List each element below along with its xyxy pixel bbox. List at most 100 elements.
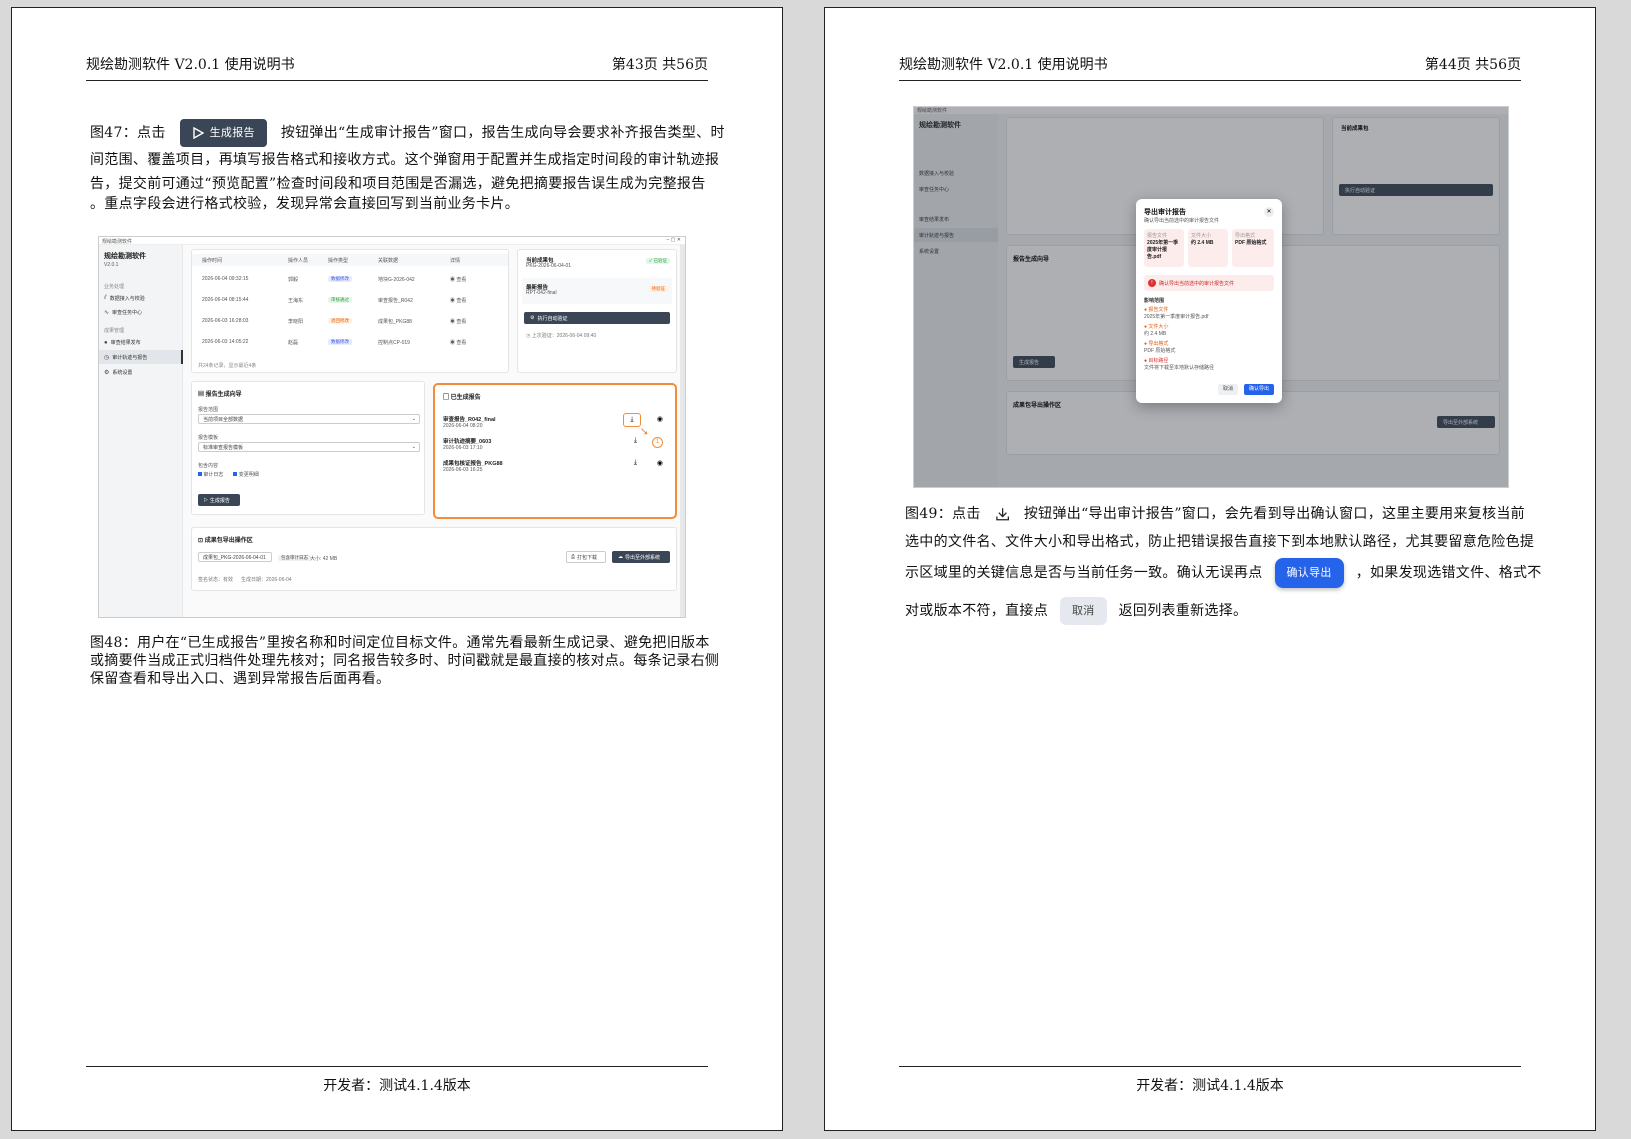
checkbox-audit[interactable]: 审计日志	[198, 471, 223, 478]
file-info-box: 报告文件 2025年第一季度审计报告.pdf	[1144, 229, 1184, 267]
close-icon[interactable]: ✕	[1264, 207, 1274, 217]
sidebar-item-label: 审查结果发布	[110, 340, 141, 346]
sidebar-item-tasks[interactable]: ∿ 审查任务中心	[104, 309, 142, 316]
verify-label: 执行自动验证	[537, 315, 568, 322]
col-header: 详情	[450, 257, 461, 264]
download-icon[interactable]: ⤓	[634, 459, 637, 467]
export-size: 大小: 42 MB	[310, 556, 338, 562]
reports-title: ▢ 已生成报告	[443, 395, 481, 401]
doc-title: 规绘勘测软件 V2.0.1 使用说明书	[899, 57, 1108, 73]
page-footer: 开发者：测试4.1.4版本	[86, 1066, 708, 1095]
template-select[interactable]: 标准审查报告模板 ⌄	[198, 442, 420, 452]
fig48-line1: 图48：用户在“已生成报告”里按名称和时间定位目标文件。通常先看最新生成记录、避…	[90, 635, 710, 651]
impact-item: ● 目标路径 文件将下载至本地默认存储路径	[1144, 358, 1215, 371]
sidebar-item-audit[interactable]: ◷ 审计轨迹与报告	[99, 350, 183, 364]
row-data: 审查报告_R042	[378, 298, 413, 304]
size-value: 约 2.4 MB	[1191, 240, 1214, 246]
play-icon	[192, 127, 204, 139]
danger-warning: ! 确认导出当前选中的审计报告文件	[1144, 275, 1274, 291]
col-header: 操作类型	[328, 257, 349, 264]
generate-report-button[interactable]: ▷ 生成报告	[198, 494, 240, 506]
opt-label: 变更明细	[238, 472, 259, 478]
row-view-label: 查看	[456, 340, 467, 346]
page-43: 规绘勘测软件 V2.0.1 使用说明书 第43页 共56页 图47：点击 生成报…	[11, 7, 783, 1131]
row-view-link[interactable]: ◉ 查看	[450, 297, 466, 304]
row-time: 2026-06-03 14:05:22	[202, 339, 249, 345]
report-time: 2026-06-03 16:25	[443, 467, 483, 473]
fig47-line2: 间范围、覆盖项目，再填写报告格式和接收方式。这个弹窗用于配置并生成指定时间段的审…	[90, 152, 720, 168]
cancel-label: 取消	[1072, 605, 1095, 617]
latest-id: RPT-042-final	[526, 290, 557, 296]
package-status-card: 当前成果包 PKG-2026-06-04-01 ✓ 已验证 最新报告 RPT-0…	[517, 249, 677, 373]
scope-label: 报告范围	[198, 407, 219, 413]
pkg-status-badge: ✓ 已验证	[646, 258, 670, 264]
confirm-label: 确认导出	[1286, 567, 1332, 579]
fmt-label: 导出格式	[1235, 233, 1256, 239]
fig49-line4b: 返回列表重新选择。	[1118, 603, 1248, 619]
download-icon[interactable]: ⤓	[623, 413, 641, 427]
dialog-confirm-button[interactable]: 确认导出	[1243, 384, 1274, 395]
export-dialog: 导出审计报告 确认导出当前选中的审计报告文件 ✕ 报告文件 2025年第一季度审…	[1136, 199, 1282, 403]
row-view-link[interactable]: ◉ 查看	[450, 339, 466, 346]
size-info-box: 文件大小 约 2.4 MB	[1188, 229, 1228, 267]
table-row[interactable]: 2026-06-04 08:15:44 王海东 审核通过 审查报告_R042 ◉…	[192, 297, 508, 313]
row-view-link[interactable]: ◉ 查看	[450, 276, 466, 283]
pkg-status-label: 已验证	[653, 258, 668, 263]
page-footer: 开发者：测试4.1.4版本	[899, 1066, 1521, 1095]
row-view-label: 查看	[456, 298, 467, 304]
file-value: 2025年第一季度审计报告.pdf	[1147, 240, 1179, 260]
row-user: 郭毅	[288, 277, 299, 283]
nav-group-label: 业务处理	[104, 284, 125, 290]
impact-item: ● 报告文件 2025年第一季度审计报告.pdf	[1144, 307, 1209, 320]
fig49-line4a: 对或版本不符，直接点	[905, 603, 1048, 619]
sidebar-item-label: 审查任务中心	[112, 310, 143, 316]
checkbox-diff[interactable]: 变更明细	[233, 471, 259, 478]
report-item[interactable]: 成果包核证报告_PKG88 2026-06-03 16:25 ⤓ ◉	[443, 459, 667, 477]
impact-value: 约 2.4 MB	[1144, 331, 1167, 337]
row-user: 李晓阳	[288, 319, 304, 325]
push-external-button[interactable]: ☁ 导出至外部系统	[612, 551, 670, 563]
fig47-prefix: 图47：点击	[90, 125, 166, 141]
chevron-down-icon: ⌄	[411, 444, 416, 450]
fig49-line1: 按钮弹出“导出审计报告”窗口，会先看到导出确认窗口，这里主要用来复核当前	[1023, 506, 1525, 522]
file-label: 报告文件	[1147, 233, 1168, 239]
verify-button[interactable]: ⚙ 执行自动验证	[524, 312, 670, 324]
page-header: 规绘勘测软件 V2.0.1 使用说明书 第43页 共56页	[86, 51, 708, 81]
report-item[interactable]: 审查报告_R042_final 2026-06-04 08:20 ⤓ ◉ ➘	[443, 413, 667, 438]
pack-btn-label: 打包下载	[577, 554, 598, 561]
fig49-caption: 图49：点击 按钮弹出“导出审计报告”窗口，会先看到导出确认窗口，这里主要用来复…	[905, 500, 1541, 632]
report-item[interactable]: 审计轨迹摘要_0603 2026-06-03 17:10 ⤓ 1	[443, 437, 667, 455]
latest-status-badge: 待验证	[648, 286, 668, 292]
table-row[interactable]: 2026-06-03 16:28:03 李晓阳 退回修改 成果包_PKG88 ◉…	[192, 318, 508, 334]
chart-icon: ⫽	[104, 295, 107, 301]
dialog-cancel-button[interactable]: 取消	[1217, 384, 1238, 395]
table-footer: 共24条记录，显示最近4条	[198, 363, 257, 369]
table-row[interactable]: 2026-06-04 09:32:15 郭毅 数据修改 地块G-2026-042…	[192, 276, 508, 292]
scrollbar[interactable]	[680, 245, 685, 617]
col-header: 关联数据	[378, 257, 399, 264]
window-title: 规绘勘测软件	[102, 239, 133, 245]
size-label: 文件大小	[1191, 233, 1212, 239]
fig47-line1: 按钮弹出“生成审计报告”窗口，报告生成向导会要求补齐报告类型、时	[280, 125, 725, 141]
eye-icon[interactable]: ◉	[657, 415, 663, 423]
pack-download-button[interactable]: ⎙ 打包下载	[566, 551, 606, 563]
doc-title: 规绘勘测软件 V2.0.1 使用说明书	[86, 57, 295, 73]
sidebar-item-results[interactable]: ● 审查结果发布	[104, 339, 141, 347]
row-view-link[interactable]: ◉ 查看	[450, 318, 466, 325]
alert-icon: !	[1148, 279, 1156, 287]
eye-icon[interactable]: ◉	[657, 459, 663, 467]
export-operations-card: ⊡ 成果包导出操作区 成果包_PKG-2026-06-04-01 包含审计日志 …	[191, 527, 677, 591]
sidebar-item-settings[interactable]: ⚙ 系统设置	[104, 369, 132, 376]
app-screenshot-export-dialog: 规绘勘测软件 规绘勘测软件 数据接入与校验 审查任务中心 审查结果发布 审计轨迹…	[913, 106, 1509, 488]
scope-select[interactable]: 当前项目全部数据 ⌄	[198, 414, 420, 424]
table-row[interactable]: 2026-06-03 14:05:22 赵磊 数据修改 控制点CP-019 ◉ …	[192, 339, 508, 355]
audit-log-table: 操作时间 操作人员 操作类型 关联数据 详情 2026-06-04 09:32:…	[191, 249, 509, 373]
export-package-select[interactable]: 成果包_PKG-2026-06-04-01	[198, 552, 272, 562]
gen-title: ▤ 报告生成向导	[198, 392, 242, 398]
play-icon: ▷	[204, 497, 208, 503]
sidebar-item-import[interactable]: ⫽ 数据接入与校验	[104, 295, 145, 302]
impact-item: ● 导出格式 PDF 原始格式	[1144, 341, 1176, 354]
table-header: 操作时间 操作人员 操作类型 关联数据 详情	[192, 254, 508, 266]
download-icon[interactable]: ⤓	[634, 437, 637, 445]
include-label: 包含内容	[198, 463, 219, 469]
